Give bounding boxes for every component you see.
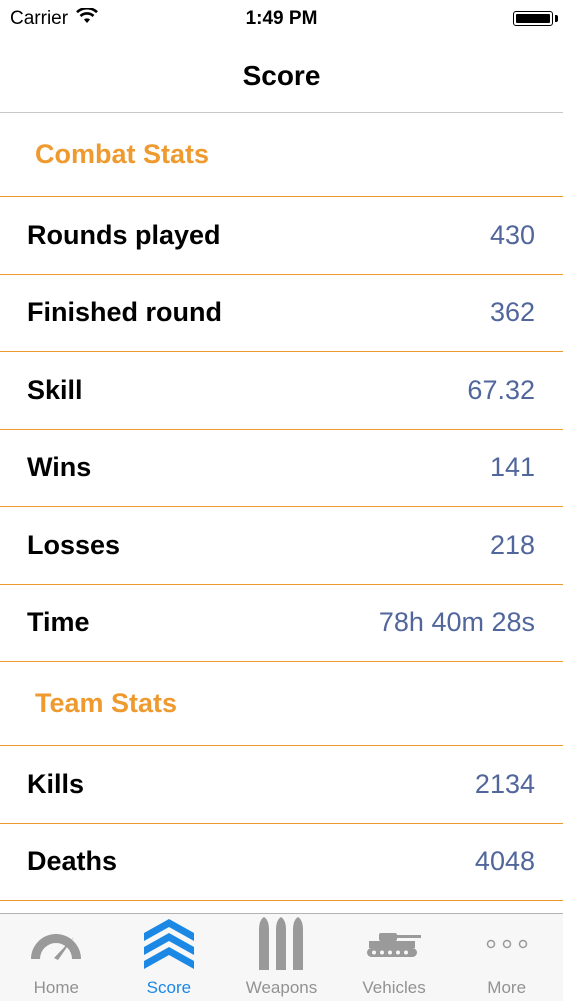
stat-row-finished-round: Finished round 362: [0, 275, 563, 352]
stats-list[interactable]: Combat Stats Rounds played 430 Finished …: [0, 113, 563, 913]
stat-value: 362: [489, 297, 535, 328]
stat-row-kills: Kills 2134: [0, 746, 563, 824]
stat-row-time: Time 78h 40m 28s: [0, 585, 563, 662]
status-time: 1:49 PM: [245, 8, 318, 29]
stat-value: 218: [489, 529, 535, 560]
tab-score[interactable]: Score: [113, 914, 226, 1001]
stat-value: 141: [489, 452, 535, 483]
stat-value: 78h 40m 28s: [378, 607, 535, 638]
stat-label: Time: [27, 607, 90, 638]
tank-icon: [365, 916, 423, 972]
stat-row-wins: Wins 141: [0, 430, 563, 507]
section-header-team-stats: Team Stats: [0, 662, 563, 746]
stat-label: Skill: [27, 374, 83, 405]
page-title: Score: [242, 60, 321, 91]
tab-label: Vehicles: [362, 978, 426, 997]
tab-label: More: [487, 978, 527, 997]
stat-row-skill: Skill 67.32: [0, 352, 563, 430]
tab-label: Weapons: [245, 978, 318, 997]
navigation-bar: Score: [0, 40, 563, 113]
stat-label: Rounds played: [27, 219, 221, 250]
stat-value: 2134: [474, 768, 535, 799]
stat-row-deaths: Deaths 4048: [0, 824, 563, 901]
stat-label: Losses: [27, 529, 121, 560]
stat-label: Finished round: [27, 297, 222, 328]
stat-value: 430: [489, 219, 535, 250]
more-dots-icon: [485, 916, 529, 972]
stat-value: 4048: [474, 846, 535, 877]
status-bar: Carrier 1:49 PM: [0, 0, 563, 40]
battery-icon: [513, 11, 553, 26]
section-header-combat-stats: Combat Stats: [0, 113, 563, 197]
battery-tip: [555, 15, 558, 22]
stat-row-losses: Losses 218: [0, 507, 563, 585]
tab-home[interactable]: Home: [0, 914, 113, 1001]
stat-label: Kills: [27, 768, 85, 799]
tab-label: Score: [146, 978, 192, 997]
tab-vehicles[interactable]: Vehicles: [338, 914, 451, 1001]
bullets-icon: [257, 916, 305, 972]
stat-value: 67.32: [467, 374, 535, 405]
stat-row-rounds-played: Rounds played 430: [0, 197, 563, 275]
stat-label: Deaths: [27, 846, 118, 877]
tab-weapons[interactable]: Weapons: [225, 914, 338, 1001]
speedometer-icon: [28, 916, 84, 972]
chevron-rank-icon: [142, 916, 196, 972]
stat-label: Wins: [27, 452, 92, 483]
tab-more[interactable]: More: [450, 914, 563, 1001]
tab-label: Home: [33, 978, 79, 997]
tab-bar: Home Score Weapons Vehicles More: [0, 913, 563, 1001]
